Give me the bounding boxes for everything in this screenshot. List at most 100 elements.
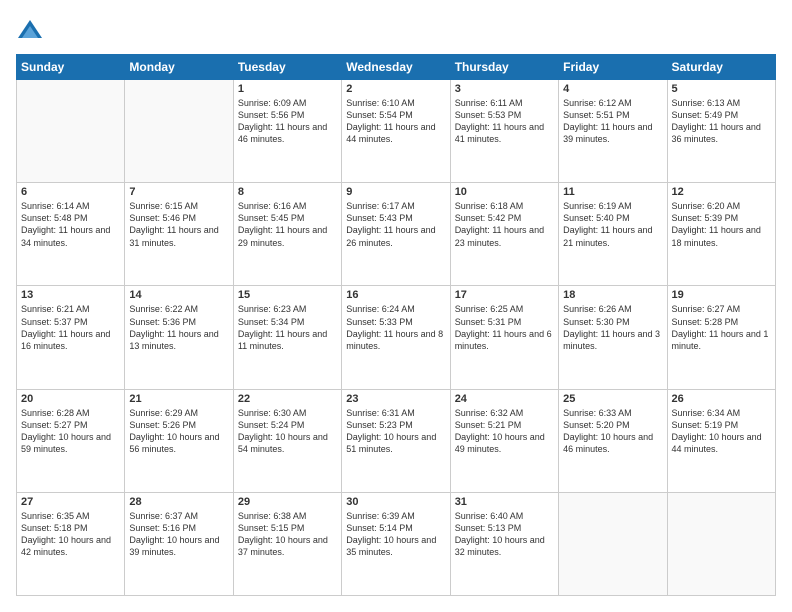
day-number: 9 (346, 186, 445, 198)
day-number: 19 (672, 289, 771, 301)
day-info: Sunrise: 6:11 AM Sunset: 5:53 PM Dayligh… (455, 97, 554, 146)
day-number: 11 (563, 186, 662, 198)
day-info: Sunrise: 6:34 AM Sunset: 5:19 PM Dayligh… (672, 407, 771, 456)
day-number: 1 (238, 83, 337, 95)
calendar-cell: 7 Sunrise: 6:15 AM Sunset: 5:46 PM Daylig… (125, 183, 233, 286)
day-info: Sunrise: 6:24 AM Sunset: 5:33 PM Dayligh… (346, 303, 445, 352)
calendar-cell: 22 Sunrise: 6:30 AM Sunset: 5:24 PM Dayli… (233, 389, 341, 492)
day-info: Sunrise: 6:09 AM Sunset: 5:56 PM Dayligh… (238, 97, 337, 146)
day-number: 13 (21, 289, 120, 301)
day-info: Sunrise: 6:20 AM Sunset: 5:39 PM Dayligh… (672, 200, 771, 249)
day-info: Sunrise: 6:39 AM Sunset: 5:14 PM Dayligh… (346, 510, 445, 559)
week-row-5: 27 Sunrise: 6:35 AM Sunset: 5:18 PM Dayli… (17, 492, 776, 595)
calendar-cell: 12 Sunrise: 6:20 AM Sunset: 5:39 PM Dayli… (667, 183, 775, 286)
day-header-monday: Monday (125, 55, 233, 80)
calendar-cell: 9 Sunrise: 6:17 AM Sunset: 5:43 PM Daylig… (342, 183, 450, 286)
calendar-cell (559, 492, 667, 595)
calendar-cell: 26 Sunrise: 6:34 AM Sunset: 5:19 PM Dayli… (667, 389, 775, 492)
day-number: 24 (455, 393, 554, 405)
day-number: 8 (238, 186, 337, 198)
day-info: Sunrise: 6:18 AM Sunset: 5:42 PM Dayligh… (455, 200, 554, 249)
calendar-cell: 31Sunrise: 6:40 AM Sunset: 5:13 PM Dayli… (450, 492, 558, 595)
day-info: Sunrise: 6:21 AM Sunset: 5:37 PM Dayligh… (21, 303, 120, 352)
calendar-cell: 2Sunrise: 6:10 AM Sunset: 5:54 PM Daylig… (342, 80, 450, 183)
day-info: Sunrise: 6:31 AM Sunset: 5:23 PM Dayligh… (346, 407, 445, 456)
day-number: 18 (563, 289, 662, 301)
calendar-cell: 4Sunrise: 6:12 AM Sunset: 5:51 PM Daylig… (559, 80, 667, 183)
day-number: 29 (238, 496, 337, 508)
day-info: Sunrise: 6:17 AM Sunset: 5:43 PM Dayligh… (346, 200, 445, 249)
day-info: Sunrise: 6:32 AM Sunset: 5:21 PM Dayligh… (455, 407, 554, 456)
calendar-cell: 15Sunrise: 6:23 AM Sunset: 5:34 PM Dayli… (233, 286, 341, 389)
day-number: 12 (672, 186, 771, 198)
day-info: Sunrise: 6:30 AM Sunset: 5:24 PM Dayligh… (238, 407, 337, 456)
day-info: Sunrise: 6:29 AM Sunset: 5:26 PM Dayligh… (129, 407, 228, 456)
day-header-thursday: Thursday (450, 55, 558, 80)
calendar-cell: 20 Sunrise: 6:28 AM Sunset: 5:27 PM Dayli… (17, 389, 125, 492)
day-number: 20 (21, 393, 120, 405)
day-info: Sunrise: 6:13 AM Sunset: 5:49 PM Dayligh… (672, 97, 771, 146)
day-info: Sunrise: 6:28 AM Sunset: 5:27 PM Dayligh… (21, 407, 120, 456)
day-header-sunday: Sunday (17, 55, 125, 80)
day-info: Sunrise: 6:38 AM Sunset: 5:15 PM Dayligh… (238, 510, 337, 559)
calendar-cell: 3 Sunrise: 6:11 AM Sunset: 5:53 PM Daylig… (450, 80, 558, 183)
day-info: Sunrise: 6:19 AM Sunset: 5:40 PM Dayligh… (563, 200, 662, 249)
day-info: Sunrise: 6:14 AM Sunset: 5:48 PM Dayligh… (21, 200, 120, 249)
day-header-friday: Friday (559, 55, 667, 80)
day-number: 26 (672, 393, 771, 405)
calendar-cell: 8 Sunrise: 6:16 AM Sunset: 5:45 PM Daylig… (233, 183, 341, 286)
day-info: Sunrise: 6:35 AM Sunset: 5:18 PM Dayligh… (21, 510, 120, 559)
day-number: 17 (455, 289, 554, 301)
calendar-cell: 18 Sunrise: 6:26 AM Sunset: 5:30 PM Dayli… (559, 286, 667, 389)
day-info: Sunrise: 6:33 AM Sunset: 5:20 PM Dayligh… (563, 407, 662, 456)
calendar-cell: 25Sunrise: 6:33 AM Sunset: 5:20 PM Dayli… (559, 389, 667, 492)
week-row-2: 6Sunrise: 6:14 AM Sunset: 5:48 PM Daylig… (17, 183, 776, 286)
day-number: 7 (129, 186, 228, 198)
days-header-row: SundayMondayTuesdayWednesdayThursdayFrid… (17, 55, 776, 80)
calendar-cell: 17 Sunrise: 6:25 AM Sunset: 5:31 PM Dayli… (450, 286, 558, 389)
day-info: Sunrise: 6:12 AM Sunset: 5:51 PM Dayligh… (563, 97, 662, 146)
calendar-cell: 14 Sunrise: 6:22 AM Sunset: 5:36 PM Dayli… (125, 286, 233, 389)
day-number: 14 (129, 289, 228, 301)
logo-icon (16, 16, 44, 44)
calendar-cell: 21 Sunrise: 6:29 AM Sunset: 5:26 PM Dayli… (125, 389, 233, 492)
calendar-cell: 10 Sunrise: 6:18 AM Sunset: 5:42 PM Dayli… (450, 183, 558, 286)
day-number: 3 (455, 83, 554, 95)
day-number: 22 (238, 393, 337, 405)
day-number: 30 (346, 496, 445, 508)
day-info: Sunrise: 6:10 AM Sunset: 5:54 PM Dayligh… (346, 97, 445, 146)
calendar-cell: 5 Sunrise: 6:13 AM Sunset: 5:49 PM Daylig… (667, 80, 775, 183)
header (16, 16, 776, 44)
calendar-cell: 29 Sunrise: 6:38 AM Sunset: 5:15 PM Dayli… (233, 492, 341, 595)
calendar-cell: 23 Sunrise: 6:31 AM Sunset: 5:23 PM Dayli… (342, 389, 450, 492)
day-number: 31 (455, 496, 554, 508)
day-header-wednesday: Wednesday (342, 55, 450, 80)
day-info: Sunrise: 6:15 AM Sunset: 5:46 PM Dayligh… (129, 200, 228, 249)
day-number: 10 (455, 186, 554, 198)
calendar-cell: 11 Sunrise: 6:19 AM Sunset: 5:40 PM Dayli… (559, 183, 667, 286)
calendar-cell: 16 Sunrise: 6:24 AM Sunset: 5:33 PM Dayli… (342, 286, 450, 389)
day-number: 27 (21, 496, 120, 508)
week-row-3: 13 Sunrise: 6:21 AM Sunset: 5:37 PM Dayli… (17, 286, 776, 389)
day-info: Sunrise: 6:25 AM Sunset: 5:31 PM Dayligh… (455, 303, 554, 352)
day-number: 21 (129, 393, 228, 405)
calendar-cell: 13 Sunrise: 6:21 AM Sunset: 5:37 PM Dayli… (17, 286, 125, 389)
day-number: 16 (346, 289, 445, 301)
day-info: Sunrise: 6:26 AM Sunset: 5:30 PM Dayligh… (563, 303, 662, 352)
calendar-cell: 24 Sunrise: 6:32 AM Sunset: 5:21 PM Dayli… (450, 389, 558, 492)
calendar: SundayMondayTuesdayWednesdayThursdayFrid… (16, 54, 776, 596)
week-row-1: 1 Sunrise: 6:09 AM Sunset: 5:56 PM Daylig… (17, 80, 776, 183)
day-number: 15 (238, 289, 337, 301)
day-info: Sunrise: 6:16 AM Sunset: 5:45 PM Dayligh… (238, 200, 337, 249)
calendar-cell (667, 492, 775, 595)
calendar-cell (125, 80, 233, 183)
logo (16, 16, 48, 44)
day-header-saturday: Saturday (667, 55, 775, 80)
calendar-cell (17, 80, 125, 183)
calendar-cell: 28Sunrise: 6:37 AM Sunset: 5:16 PM Dayli… (125, 492, 233, 595)
day-number: 5 (672, 83, 771, 95)
day-number: 23 (346, 393, 445, 405)
day-info: Sunrise: 6:22 AM Sunset: 5:36 PM Dayligh… (129, 303, 228, 352)
week-row-4: 20 Sunrise: 6:28 AM Sunset: 5:27 PM Dayli… (17, 389, 776, 492)
day-info: Sunrise: 6:37 AM Sunset: 5:16 PM Dayligh… (129, 510, 228, 559)
